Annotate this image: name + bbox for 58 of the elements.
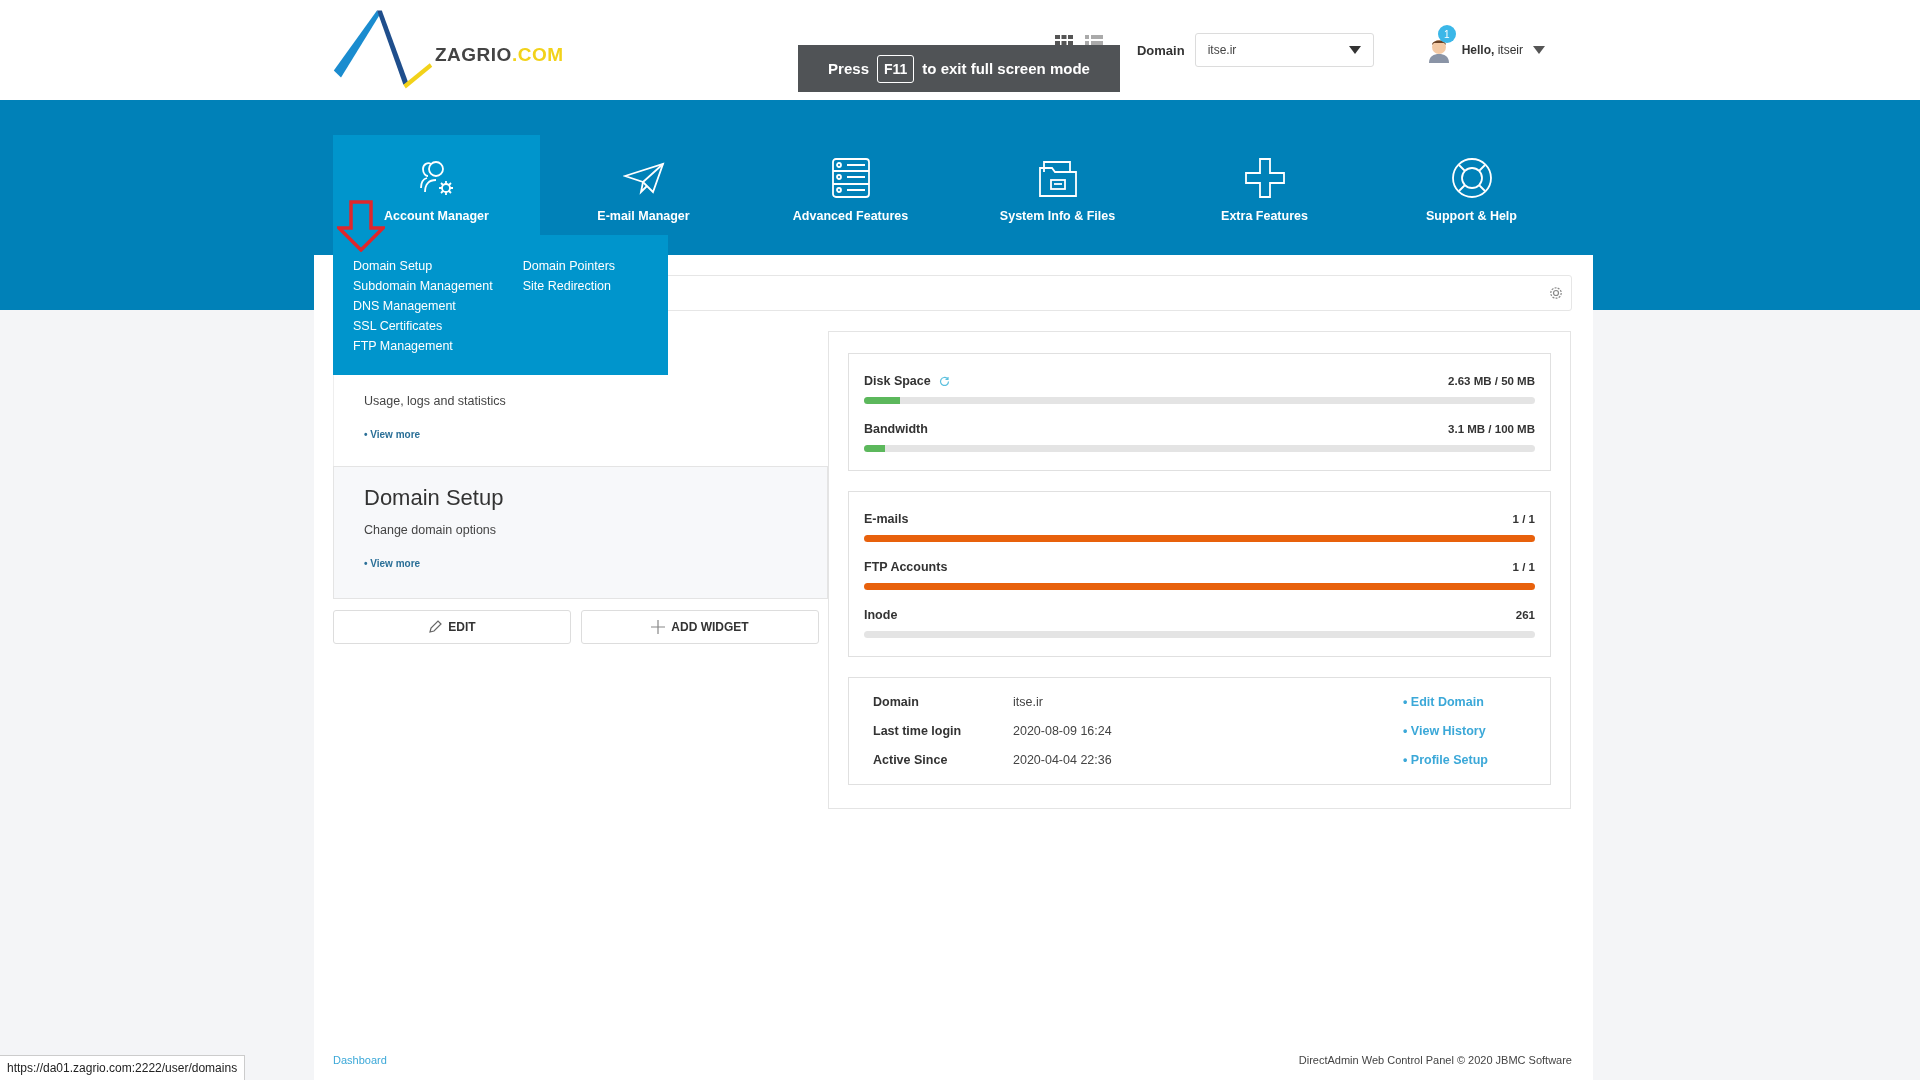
nav-tab[interactable]: E-mail Manager bbox=[540, 135, 747, 235]
info-value: itse.ir bbox=[1013, 695, 1044, 709]
user-greeting[interactable]: Hello, itseir bbox=[1461, 43, 1523, 57]
usage-reading: 2.63 MB / 50 MB bbox=[1448, 375, 1535, 387]
usage-label: Disk Space bbox=[864, 374, 931, 388]
widget-description: Change domain options bbox=[364, 523, 498, 537]
nav-tab[interactable]: Account Manager bbox=[333, 135, 540, 235]
lifebuoy-icon bbox=[1450, 157, 1493, 199]
plus-icon bbox=[651, 620, 666, 634]
domain-label: Domain bbox=[1137, 42, 1185, 58]
logo-text: ZAGRIO.COM bbox=[435, 44, 564, 66]
plus-icon bbox=[1243, 157, 1286, 199]
usage-reading: 1 / 1 bbox=[1512, 513, 1535, 525]
pencil-icon bbox=[428, 620, 443, 634]
info-label: Active Since bbox=[873, 753, 949, 767]
info-label: Domain bbox=[873, 695, 920, 709]
widget-description: Usage, logs and statistics bbox=[364, 394, 507, 408]
caret-icon[interactable] bbox=[1533, 46, 1545, 54]
menu-link[interactable]: FTP Management bbox=[353, 338, 453, 354]
info-link[interactable]: • Profile Setup bbox=[1403, 753, 1488, 767]
nav-tab[interactable]: Extra Features bbox=[1161, 135, 1368, 235]
nav-tab[interactable]: Support & Help bbox=[1368, 135, 1575, 235]
info-label: Last time login bbox=[873, 724, 963, 738]
menu-link[interactable]: DNS Management bbox=[353, 298, 456, 314]
usage-reading: 1 / 1 bbox=[1512, 561, 1535, 573]
domain-select[interactable]: itse.ir bbox=[1194, 33, 1374, 67]
widget-title: Domain Setup bbox=[364, 485, 505, 511]
caret-icon[interactable] bbox=[1348, 46, 1361, 54]
server-icon bbox=[830, 157, 871, 199]
usage-reading: 3.1 MB / 100 MB bbox=[1448, 423, 1535, 435]
menu-link[interactable]: Site Redirection bbox=[522, 278, 611, 294]
usage-label: Bandwidth bbox=[864, 422, 928, 436]
menu-link[interactable]: Domain Pointers bbox=[522, 258, 616, 274]
menu-link[interactable]: Subdomain Management bbox=[353, 278, 493, 294]
copyright-text: DirectAdmin Web Control Panel © 2020 JBMC Software bbox=[1298, 1054, 1572, 1066]
usage-label: Inode bbox=[864, 608, 898, 622]
widget-button[interactable]: EDIT bbox=[333, 610, 571, 644]
info-value: 2020-04-04 22:36 bbox=[1013, 753, 1113, 767]
view-more-link[interactable]: • View more bbox=[364, 558, 421, 569]
view-more-link[interactable]: • View more bbox=[364, 429, 421, 440]
usage-label: FTP Accounts bbox=[864, 560, 948, 574]
widget-button[interactable]: ADD WIDGET bbox=[581, 610, 819, 644]
nav-tab[interactable]: System Info & Files bbox=[954, 135, 1161, 235]
usage-label: E-mails bbox=[864, 512, 909, 526]
info-link[interactable]: • View History bbox=[1403, 724, 1486, 738]
menu-link[interactable]: SSL Certificates bbox=[353, 318, 443, 334]
settings-icon[interactable] bbox=[1549, 286, 1563, 300]
down-arrow-icon bbox=[337, 200, 385, 252]
folder-icon bbox=[1037, 158, 1078, 198]
nav-tab[interactable]: Advanced Features bbox=[747, 135, 954, 235]
notification-badge: 1 bbox=[1437, 25, 1456, 43]
usage-reading: 261 bbox=[1515, 609, 1535, 621]
info-value: 2020-08-09 16:24 bbox=[1013, 724, 1113, 738]
breadcrumb-link[interactable]: Dashboard bbox=[333, 1054, 387, 1066]
status-url: https://da01.zagrio.com:2222/user/domains bbox=[0, 1055, 246, 1080]
info-link[interactable]: • Edit Domain bbox=[1403, 695, 1484, 709]
menu-link[interactable]: Domain Setup bbox=[353, 258, 433, 274]
fullscreen-toast: Press F11 to exit full screen mode bbox=[798, 45, 1120, 92]
